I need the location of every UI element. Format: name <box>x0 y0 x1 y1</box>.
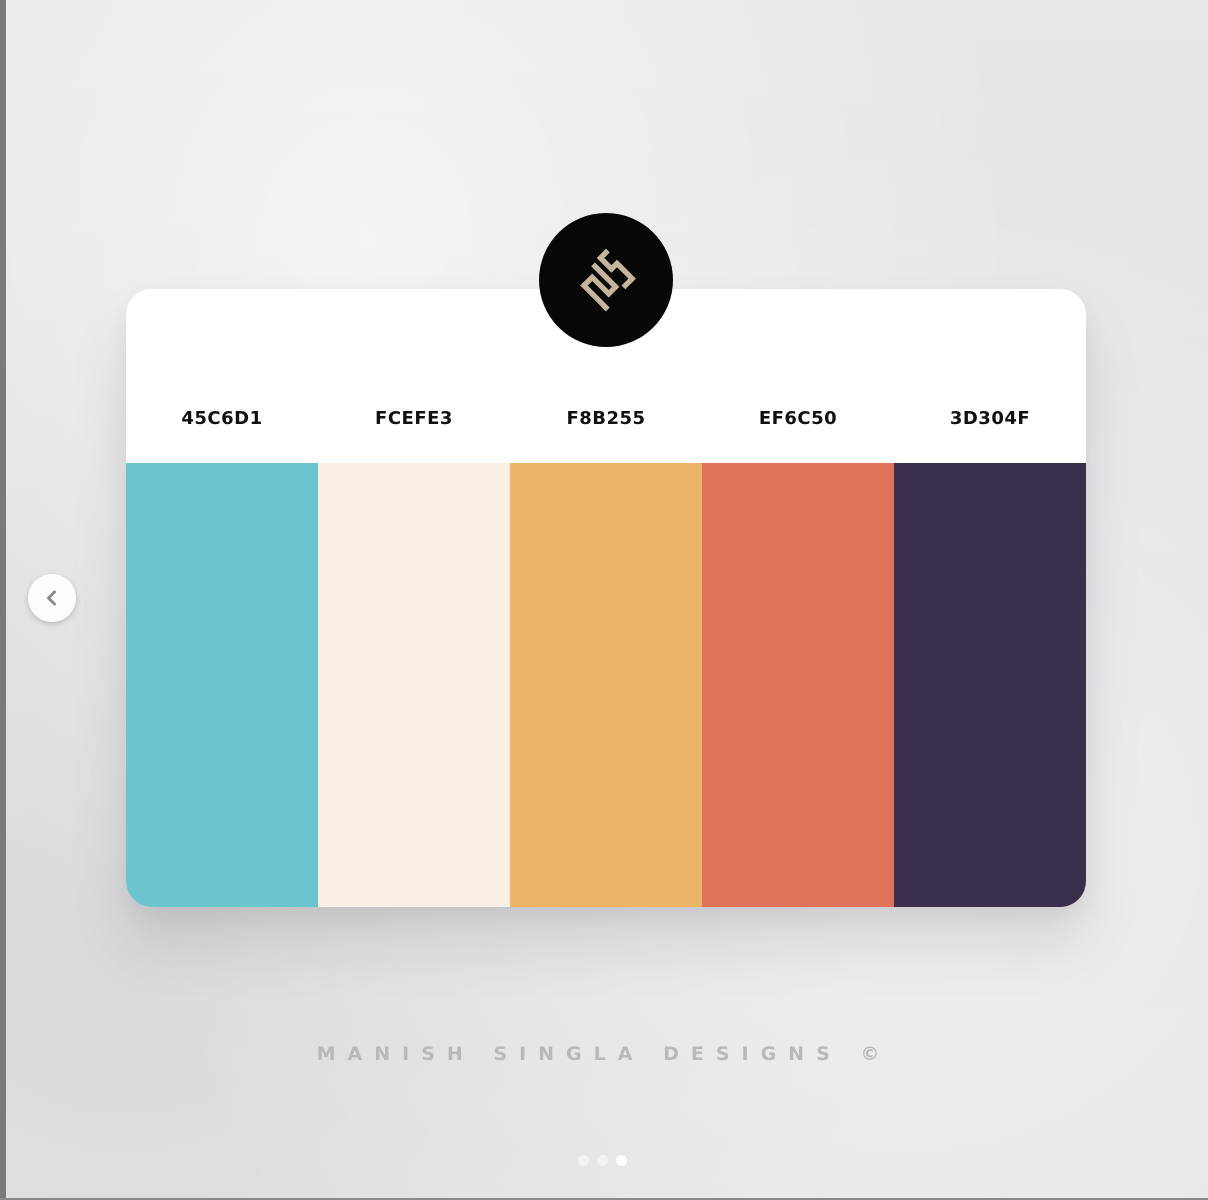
designer-watermark: MANISH SINGLA DESIGNS © <box>316 1043 892 1065</box>
hex-label: FCEFE3 <box>375 408 453 429</box>
color-swatch <box>894 463 1086 907</box>
hex-label: EF6C50 <box>758 408 838 429</box>
carousel-dot[interactable] <box>578 1155 589 1166</box>
carousel-dot[interactable] <box>597 1155 608 1166</box>
window-edge <box>0 0 6 1200</box>
palette-card: 45C6D1 FCEFE3 F8B255 EF6C50 3D304F <box>126 289 1086 907</box>
previous-slide-button[interactable] <box>28 574 76 622</box>
hex-label: 45C6D1 <box>181 408 263 429</box>
carousel-indicators <box>578 1155 627 1166</box>
ms-monogram-icon <box>580 248 636 312</box>
color-swatch <box>510 463 702 907</box>
color-swatch <box>318 463 510 907</box>
carousel-dot[interactable] <box>616 1155 627 1166</box>
hex-label: 3D304F <box>949 408 1031 429</box>
color-swatch <box>126 463 318 907</box>
color-swatch <box>702 463 894 907</box>
color-swatches <box>126 463 1086 907</box>
chevron-left-icon <box>47 590 56 606</box>
brand-logo <box>539 213 673 347</box>
